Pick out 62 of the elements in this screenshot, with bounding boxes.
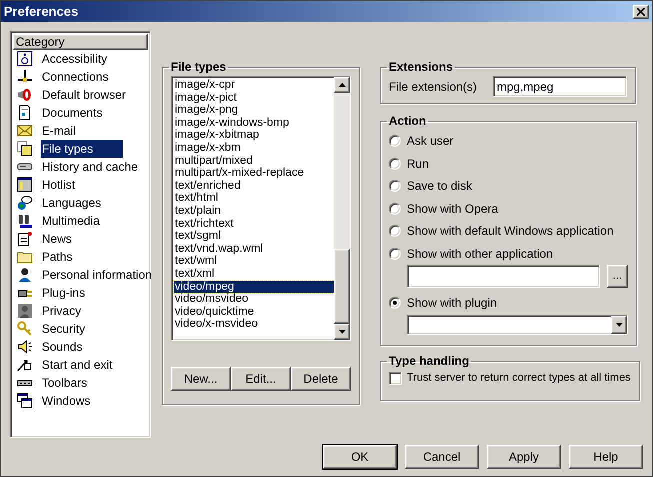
- extension-field[interactable]: mpg,mpeg: [493, 76, 627, 97]
- category-item[interactable]: Connections: [13, 68, 148, 86]
- category-item[interactable]: Hotlist: [13, 176, 148, 194]
- group-title: File types: [170, 59, 228, 76]
- category-item[interactable]: Security: [13, 320, 148, 338]
- window-title: Preferences: [4, 2, 78, 21]
- category-item[interactable]: News: [13, 230, 148, 248]
- dialog-button[interactable]: OK: [323, 445, 397, 469]
- radio-option[interactable]: Ask user: [389, 130, 628, 152]
- browse-button[interactable]: ...: [607, 265, 628, 288]
- category-item[interactable]: Accessibility: [13, 50, 148, 68]
- category-item[interactable]: Default browser: [13, 86, 148, 104]
- radio-option[interactable]: Show with plugin: [389, 292, 628, 314]
- file-type-item[interactable]: image/x-xbitmap: [174, 129, 334, 142]
- dialog-button[interactable]: Edit...: [231, 367, 291, 391]
- group-title: Action: [388, 113, 428, 130]
- dialog-button[interactable]: Apply: [487, 445, 561, 469]
- file-type-item[interactable]: text/sgml: [174, 230, 334, 243]
- radio-option[interactable]: Save to disk: [389, 175, 628, 198]
- file-type-item[interactable]: text/wml: [174, 255, 334, 268]
- radio-option[interactable]: Run: [389, 152, 628, 175]
- category-item[interactable]: Sounds: [13, 338, 148, 356]
- file-type-item[interactable]: text/plain: [174, 204, 334, 218]
- category-item[interactable]: Start and exit: [13, 356, 148, 374]
- category-item[interactable]: History and cache: [13, 158, 148, 176]
- file-type-item[interactable]: multipart/x-mixed-replace: [174, 167, 334, 180]
- radio-option[interactable]: Show with default Windows application: [389, 220, 628, 242]
- file-type-item[interactable]: image/x-cpr: [174, 79, 334, 92]
- file-type-item[interactable]: text/enriched: [174, 180, 334, 192]
- file-type-item[interactable]: video/x-msvideo: [174, 318, 334, 331]
- file-type-item[interactable]: image/x-xbm: [174, 142, 334, 155]
- dialog-button[interactable]: Help: [569, 445, 643, 469]
- file-type-item[interactable]: image/x-png: [174, 104, 334, 117]
- dialog-button[interactable]: Delete: [291, 367, 351, 391]
- category-item[interactable]: Paths: [13, 248, 148, 266]
- category-item[interactable]: Privacy: [13, 302, 148, 320]
- column-header: Category: [13, 34, 148, 50]
- file-type-item[interactable]: image/x-windows-bmp: [174, 116, 334, 130]
- dialog-button[interactable]: New...: [171, 367, 231, 391]
- category-item[interactable]: Multimedia: [13, 212, 148, 230]
- category-item[interactable]: E-mail: [13, 122, 148, 140]
- file-type-item[interactable]: video/mpeg: [174, 280, 334, 294]
- file-type-item[interactable]: video/msvideo: [174, 293, 334, 306]
- file-type-item[interactable]: text/vnd.wap.wml: [174, 242, 334, 256]
- radio-option[interactable]: Show with Opera: [389, 198, 628, 220]
- file-type-item[interactable]: image/x-pict: [174, 92, 334, 104]
- file-type-item[interactable]: text/html: [174, 192, 334, 205]
- category-item[interactable]: Documents: [13, 104, 148, 122]
- field-label: File extension(s): [389, 78, 478, 96]
- radio-option[interactable]: Show with other application: [389, 242, 628, 265]
- category-item[interactable]: Toolbars: [13, 374, 148, 392]
- category-item[interactable]: Languages: [13, 194, 148, 212]
- file-type-item[interactable]: multipart/mixed: [174, 154, 334, 168]
- dialog-button[interactable]: Cancel: [405, 445, 479, 469]
- group-title: Type handling: [388, 353, 470, 370]
- checkbox-option[interactable]: Trust server to return correct types at all times: [389, 370, 631, 386]
- category-item[interactable]: Plug-ins: [13, 284, 148, 302]
- file-type-item[interactable]: text/xml: [174, 268, 334, 280]
- category-item[interactable]: Windows: [13, 392, 148, 410]
- group-title: Extensions: [388, 59, 454, 76]
- file-type-item[interactable]: text/richtext: [174, 218, 334, 230]
- file-type-item[interactable]: video/quicktime: [174, 306, 334, 318]
